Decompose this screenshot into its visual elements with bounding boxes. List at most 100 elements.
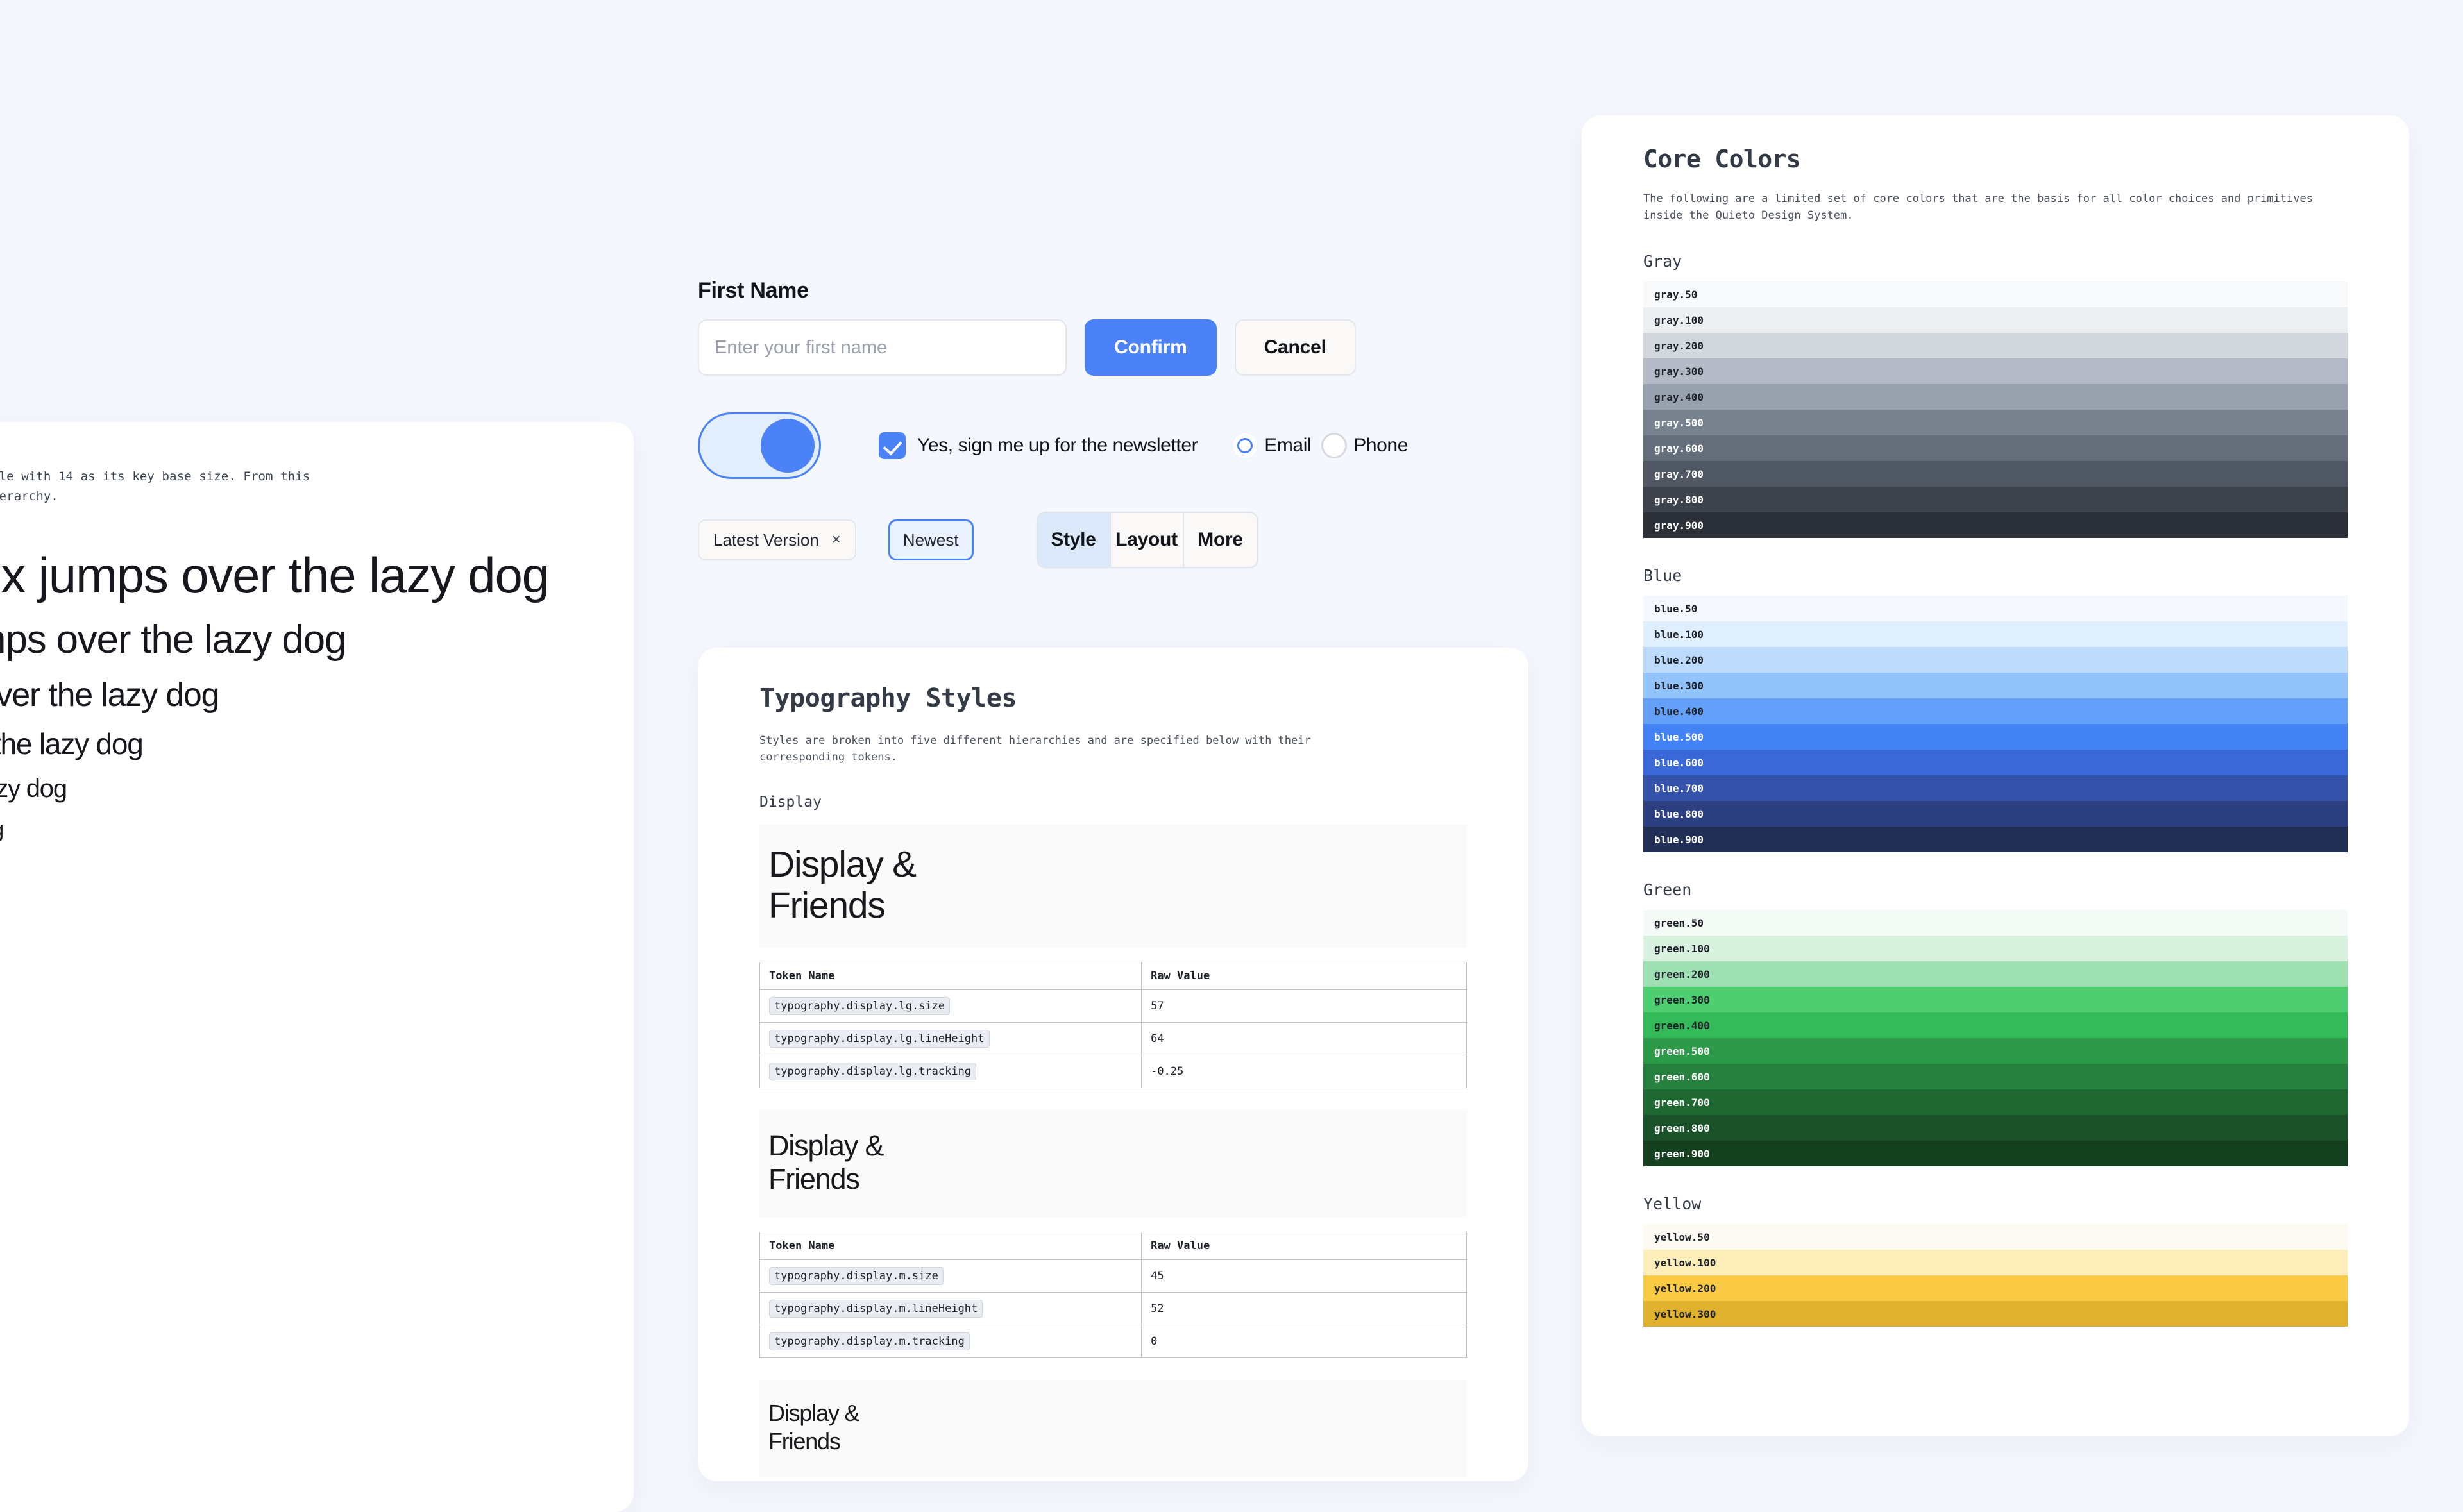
color-swatch[interactable]: blue.400 [1643, 698, 2348, 724]
color-swatch[interactable]: blue.100 [1643, 621, 2348, 647]
color-swatch[interactable]: blue.200 [1643, 647, 2348, 673]
table-header-row: Token NameRaw Value [760, 1232, 1467, 1260]
color-ramp: gray.50 gray.100 gray.200 gray.300 gray.400 g… [1643, 281, 2348, 538]
tab-style[interactable]: Style [1038, 513, 1111, 567]
color-swatch[interactable]: green.100 [1643, 936, 2348, 961]
color-swatch[interactable]: yellow.200 [1643, 1275, 2348, 1301]
color-swatch[interactable]: yellow.50 [1643, 1224, 2348, 1250]
color-swatch-label: yellow.200 [1654, 1282, 1716, 1295]
contact-method-radio-group: Email Phone [1232, 433, 1408, 458]
color-swatch[interactable]: gray.200 [1643, 333, 2348, 358]
color-swatch-label: green.900 [1654, 1148, 1710, 1160]
filter-chip-latest-version[interactable]: Latest Version × [698, 519, 856, 560]
type-scale-line: The quick brown fox jumps over the lazy … [0, 768, 586, 810]
color-swatch[interactable]: green.50 [1643, 910, 2348, 936]
color-swatch[interactable]: blue.800 [1643, 801, 2348, 827]
color-swatch[interactable]: gray.600 [1643, 435, 2348, 461]
color-swatch[interactable]: blue.600 [1643, 750, 2348, 775]
color-swatch[interactable]: green.500 [1643, 1038, 2348, 1064]
color-ramp: green.50green.100green.200 green.300 green… [1643, 910, 2348, 1166]
color-swatch-label: green.600 [1654, 1071, 1710, 1083]
color-swatch[interactable]: blue.700 [1643, 775, 2348, 801]
color-swatch-label: green.300 [1654, 994, 1710, 1006]
type-scale-panel: The Quieto Design System uses the Major … [0, 422, 634, 1512]
color-swatch[interactable]: green.400 [1643, 1012, 2348, 1038]
color-swatch[interactable]: green.900 [1643, 1141, 2348, 1166]
radio-option-phone[interactable]: Phone [1321, 433, 1408, 458]
token-pill: typography.display.m.tracking [769, 1332, 970, 1350]
color-swatch[interactable]: blue.900 [1643, 827, 2348, 852]
token-pill: typography.display.m.lineHeight [769, 1300, 983, 1318]
token-name-cell: typography.display.lg.size [760, 990, 1142, 1023]
table-header-row: Token NameRaw Value [760, 962, 1467, 990]
tab-layout[interactable]: Layout [1111, 513, 1184, 567]
first-name-input[interactable] [698, 319, 1067, 376]
token-table: Token NameRaw Value typography.display.m.… [759, 1232, 1467, 1358]
color-swatch-label: gray.100 [1654, 314, 1704, 326]
newsletter-checkbox[interactable] [879, 432, 906, 459]
filter-chip-label: Latest Version [713, 530, 819, 550]
tab-more[interactable]: More [1184, 513, 1257, 567]
color-ramp: yellow.50yellow.100 yellow.200 yellow.300 [1643, 1224, 2348, 1327]
color-ramp-name: Gray [1643, 252, 2348, 271]
toggle-knob [761, 419, 815, 473]
color-swatch[interactable]: green.200 [1643, 961, 2348, 987]
confirm-button[interactable]: Confirm [1085, 319, 1217, 376]
color-swatch[interactable]: green.700 [1643, 1089, 2348, 1115]
core-colors-description: The following are a limited set of core … [1643, 190, 2348, 224]
radio-option-email[interactable]: Email [1232, 433, 1311, 458]
close-icon[interactable]: × [832, 532, 841, 548]
type-scale-line: The quick brown fox jumps over the lazy … [0, 918, 586, 950]
typography-specimen: Display &Friends [759, 1380, 1467, 1477]
color-swatch[interactable]: yellow.100 [1643, 1250, 2348, 1275]
table-row: typography.display.m.lineHeight 52 [760, 1293, 1467, 1325]
color-swatch[interactable]: yellow.300 [1643, 1301, 2348, 1327]
color-swatch-label: gray.400 [1654, 391, 1704, 403]
newsletter-checkbox-group[interactable]: Yes, sign me up for the newsletter [879, 432, 1198, 459]
color-swatch[interactable]: blue.300 [1643, 673, 2348, 698]
color-swatch[interactable]: gray.400 [1643, 384, 2348, 410]
token-name-cell: typography.display.m.tracking [760, 1325, 1142, 1358]
color-swatch[interactable]: green.300 [1643, 987, 2348, 1012]
color-swatch-label: green.800 [1654, 1122, 1710, 1134]
color-swatch[interactable]: gray.300 [1643, 358, 2348, 384]
color-swatch[interactable]: blue.500 [1643, 724, 2348, 750]
type-scale-line: The quick brown fox jumps over the lazy … [0, 1032, 586, 1055]
raw-value-cell: 45 [1142, 1260, 1467, 1293]
color-swatch-label: blue.50 [1654, 603, 1697, 615]
color-swatch[interactable]: gray.700 [1643, 461, 2348, 487]
color-swatch-label: gray.700 [1654, 468, 1704, 480]
color-swatch[interactable]: blue.50 [1643, 596, 2348, 621]
specimen-sample-text: Friends [768, 885, 1458, 926]
specimen-sample-text: Display & [768, 1129, 1458, 1163]
chip-newest[interactable]: Newest [888, 519, 974, 560]
color-swatch-label: blue.900 [1654, 834, 1704, 846]
type-scale-specimen-list: The quick brown fox jumps over the lazy … [0, 540, 586, 1118]
color-swatch[interactable]: gray.500 [1643, 410, 2348, 435]
color-swatch[interactable]: gray.900 [1643, 512, 2348, 538]
cancel-button[interactable]: Cancel [1235, 319, 1356, 376]
color-swatch-label: gray.600 [1654, 442, 1704, 455]
typography-specimen: Display &Friends [759, 825, 1467, 948]
specimen-sample-text: Friends [768, 1427, 1458, 1456]
raw-value-cell: 52 [1142, 1293, 1467, 1325]
color-swatch-label: green.700 [1654, 1096, 1710, 1109]
color-swatch[interactable]: green.600 [1643, 1064, 2348, 1089]
first-name-label: First Name [698, 278, 1487, 303]
controls-row: Yes, sign me up for the newsletter Email… [698, 410, 1487, 481]
color-swatch-label: gray.300 [1654, 365, 1704, 378]
color-swatch[interactable]: gray.50 [1643, 281, 2348, 307]
newsletter-toggle-switch[interactable] [698, 412, 821, 479]
typography-specimen: Display &Friends [759, 1110, 1467, 1218]
token-pill: typography.display.m.size [769, 1267, 944, 1285]
color-swatch[interactable]: gray.100 [1643, 307, 2348, 333]
token-name-cell: typography.display.m.size [760, 1260, 1142, 1293]
color-swatch-label: gray.500 [1654, 417, 1704, 429]
specimen-sample-text: Friends [768, 1163, 1458, 1196]
color-swatch[interactable]: green.800 [1643, 1115, 2348, 1141]
color-swatch-label: blue.700 [1654, 782, 1704, 794]
color-swatch[interactable]: gray.800 [1643, 487, 2348, 512]
type-scale-line: The quick brown fox jumps over the lazy … [0, 721, 586, 768]
typography-specimen-list: Display &FriendsToken NameRaw Valuetypog… [759, 825, 1467, 1481]
radio-dot-icon [1232, 433, 1258, 458]
